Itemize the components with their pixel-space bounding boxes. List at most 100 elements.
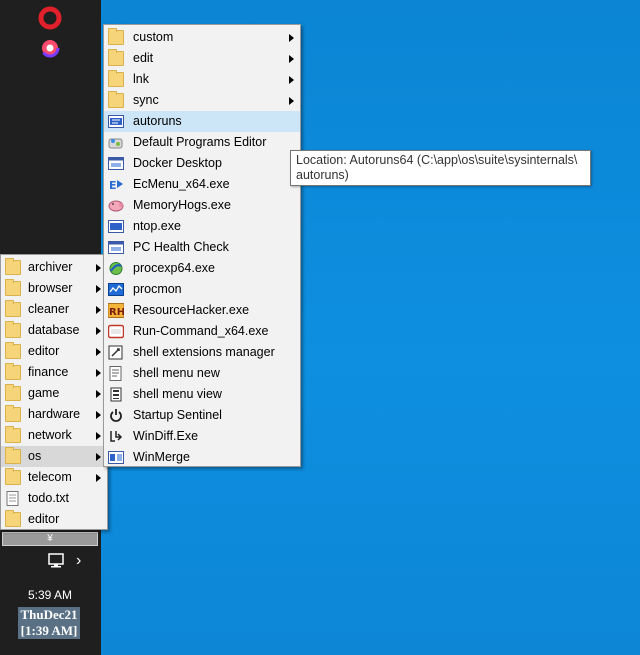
- shell-menu-view-icon: [110, 387, 122, 402]
- clock-time[interactable]: 5:39 AM: [0, 588, 100, 602]
- menu-item-todo-txt[interactable]: todo.txt: [1, 488, 107, 509]
- opera-gx-icon[interactable]: [38, 36, 62, 60]
- folder-icon: [5, 510, 21, 527]
- docker-desktop-icon: [108, 157, 124, 170]
- folder-icon: [5, 342, 21, 359]
- folder-icon: [5, 321, 21, 338]
- chevron-right-icon[interactable]: ›: [76, 552, 81, 570]
- submenu-arrow-icon: [289, 76, 294, 84]
- folder-icon: [108, 49, 124, 66]
- menu-item-cleaner[interactable]: cleaner: [1, 299, 107, 320]
- menu-item-shell-menu-view[interactable]: shell menu view: [104, 384, 300, 405]
- menu-item-finance[interactable]: finance: [1, 362, 107, 383]
- opera-icon[interactable]: [38, 6, 62, 30]
- menu-item-shell-extensions-manager[interactable]: shell extensions manager: [104, 342, 300, 363]
- menu-item-procmon[interactable]: procmon: [104, 279, 300, 300]
- folder-icon: [5, 300, 21, 317]
- menu-item-label: database: [28, 323, 80, 337]
- submenu-arrow-icon: [289, 55, 294, 63]
- menu-item-label: sync: [133, 93, 159, 107]
- folder-icon: [5, 279, 21, 296]
- menu-item-label: archiver: [28, 260, 73, 274]
- clock-date-line1: ThuDec21: [20, 607, 78, 622]
- menu-item-label: shell extensions manager: [133, 345, 275, 359]
- svg-text:E: E: [109, 179, 117, 192]
- menu-item-telecom[interactable]: telecom: [1, 467, 107, 488]
- menu-item-label: Startup Sentinel: [133, 408, 222, 422]
- menu-item-editor-shortcut[interactable]: editor: [1, 509, 107, 530]
- menu-item-label: hardware: [28, 407, 81, 421]
- folder-icon: [5, 405, 21, 422]
- menu-item-edit[interactable]: edit: [104, 48, 300, 69]
- menu-item-pc-health-check[interactable]: PC Health Check: [104, 237, 300, 258]
- menu-item-label: shell menu view: [133, 387, 222, 401]
- pc-health-check-icon: [108, 241, 124, 254]
- menu-item-label: browser: [28, 281, 73, 295]
- menu-item-hardware[interactable]: hardware: [1, 404, 107, 425]
- winmerge-icon: [108, 451, 124, 464]
- submenu-arrow-icon: [96, 390, 101, 398]
- menu-item-label: autoruns: [133, 114, 182, 128]
- menu-item-game[interactable]: game: [1, 383, 107, 404]
- clock-date[interactable]: ThuDec21 [1:39 AM]: [18, 607, 80, 639]
- menu-item-label: WinDiff.Exe: [133, 429, 199, 443]
- menu-item-resourcehacker[interactable]: RH ResourceHacker.exe: [104, 300, 300, 321]
- menu-item-label: custom: [133, 30, 174, 44]
- submenu-arrow-icon: [289, 97, 294, 105]
- folder-icon: [5, 468, 21, 485]
- menu-item-label: ntop.exe: [133, 219, 181, 233]
- category-menu: archiver browser cleaner database editor…: [0, 254, 108, 530]
- menu-item-ecmenu[interactable]: E EcMenu_x64.exe: [104, 174, 300, 195]
- folder-icon: [5, 363, 21, 380]
- menu-item-default-programs-editor[interactable]: Default Programs Editor: [104, 132, 300, 153]
- folder-icon: [5, 426, 21, 443]
- menu-item-autoruns[interactable]: autoruns: [104, 111, 300, 132]
- folder-icon: [108, 28, 124, 45]
- clock-date-line2: [1:39 AM]: [20, 623, 78, 638]
- tooltip-line1: Location: Autoruns64 (C:\app\os\suite\sy…: [296, 153, 578, 167]
- submenu-arrow-icon: [96, 264, 101, 272]
- shell-menu-new-icon: [109, 366, 122, 381]
- menu-item-startup-sentinel[interactable]: Startup Sentinel: [104, 405, 300, 426]
- resource-hacker-icon: RH: [108, 303, 124, 318]
- folder-icon: [108, 70, 124, 87]
- folder-icon: [108, 91, 124, 108]
- network-monitor-icon[interactable]: [46, 553, 66, 569]
- menu-item-database[interactable]: database: [1, 320, 107, 341]
- menu-item-custom[interactable]: custom: [104, 27, 300, 48]
- menu-item-ntop[interactable]: ntop.exe: [104, 216, 300, 237]
- submenu-arrow-icon: [96, 474, 101, 482]
- menu-item-winmerge[interactable]: WinMerge: [104, 447, 300, 468]
- menu-item-label: edit: [133, 51, 154, 65]
- submenu-arrow-icon: [289, 34, 294, 42]
- menu-item-lnk[interactable]: lnk: [104, 69, 300, 90]
- menu-item-windiff[interactable]: WinDiff.Exe: [104, 426, 300, 447]
- menu-item-label: Run-Command_x64.exe: [133, 324, 269, 338]
- menu-item-sync[interactable]: sync: [104, 90, 300, 111]
- autoruns-icon: [108, 115, 124, 128]
- menu-item-label: Docker Desktop: [133, 156, 222, 170]
- menu-item-run-command[interactable]: Run-Command_x64.exe: [104, 321, 300, 342]
- tray-overflow-button[interactable]: ¥: [2, 532, 98, 546]
- submenu-arrow-icon: [96, 432, 101, 440]
- menu-item-label: cleaner: [28, 302, 69, 316]
- submenu-arrow-icon: [96, 453, 101, 461]
- menu-item-label: shell menu new: [133, 366, 220, 380]
- menu-item-label: procmon: [133, 282, 182, 296]
- menu-item-os[interactable]: os: [1, 446, 107, 467]
- submenu-arrow-icon: [96, 369, 101, 377]
- submenu-arrow-icon: [96, 348, 101, 356]
- menu-item-label: telecom: [28, 470, 72, 484]
- menu-item-browser[interactable]: browser: [1, 278, 107, 299]
- menu-item-editor[interactable]: editor: [1, 341, 107, 362]
- text-file-icon: [6, 491, 19, 506]
- menu-item-memoryhogs[interactable]: MemoryHogs.exe: [104, 195, 300, 216]
- menu-item-network[interactable]: network: [1, 425, 107, 446]
- location-tooltip: Location: Autoruns64 (C:\app\os\suite\sy…: [290, 150, 591, 186]
- menu-item-procexp64[interactable]: procexp64.exe: [104, 258, 300, 279]
- menu-item-shell-menu-new[interactable]: shell menu new: [104, 363, 300, 384]
- menu-item-archiver[interactable]: archiver: [1, 257, 107, 278]
- menu-item-label: WinMerge: [133, 450, 190, 464]
- power-icon: [110, 409, 122, 422]
- menu-item-docker-desktop[interactable]: Docker Desktop: [104, 153, 300, 174]
